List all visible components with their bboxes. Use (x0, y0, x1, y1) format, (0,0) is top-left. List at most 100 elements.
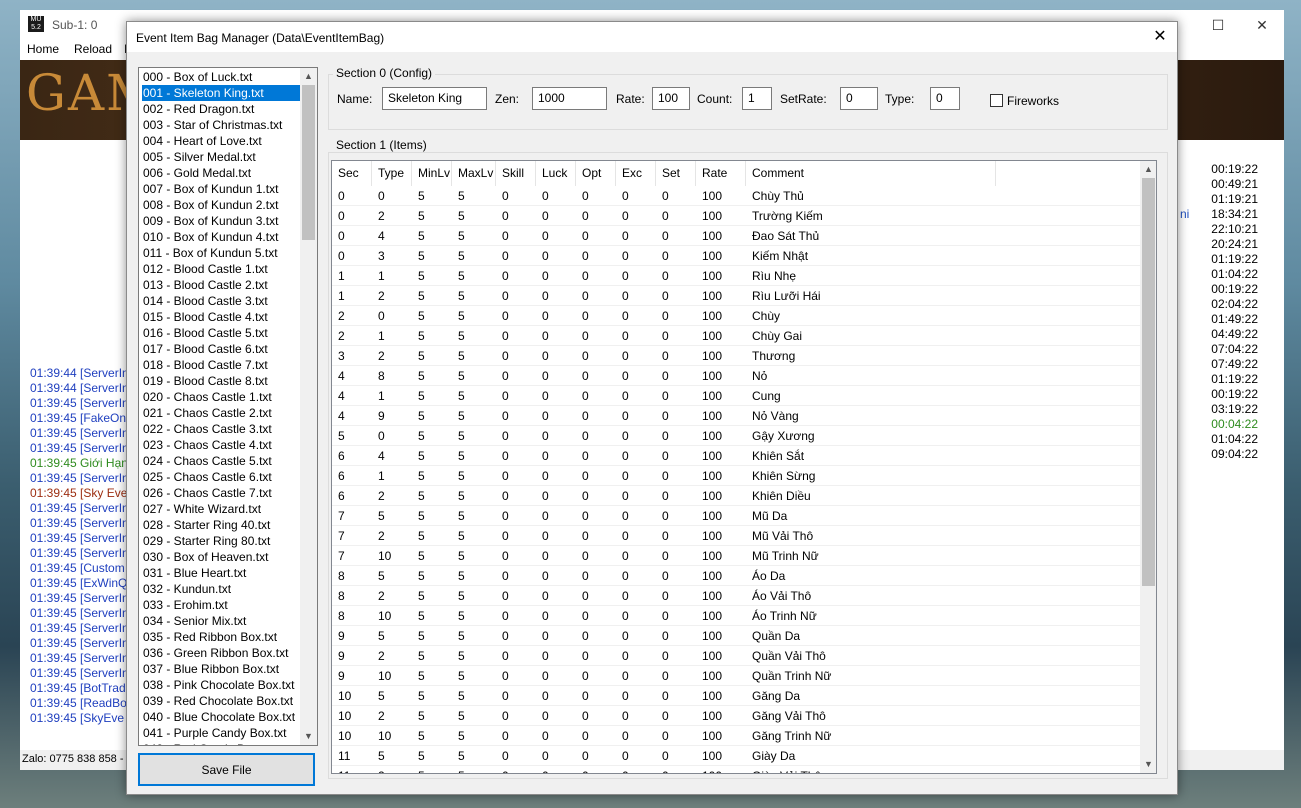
table-cell[interactable]: 0 (536, 226, 576, 246)
table-cell[interactable]: 5 (452, 626, 496, 646)
table-cell[interactable]: 0 (496, 666, 536, 686)
table-cell[interactable]: 8 (372, 366, 412, 386)
table-cell[interactable]: 0 (496, 326, 536, 346)
file-list-item[interactable]: 026 - Chaos Castle 7.txt (142, 485, 300, 501)
table-cell[interactable]: 0 (536, 266, 576, 286)
table-cell[interactable]: 6 (332, 446, 372, 466)
table-cell[interactable]: 5 (412, 446, 452, 466)
table-cell[interactable]: 4 (372, 226, 412, 246)
file-list-item[interactable]: 022 - Chaos Castle 3.txt (142, 421, 300, 437)
table-cell[interactable]: 1 (372, 326, 412, 346)
table-cell[interactable]: 100 (696, 726, 746, 746)
file-list-item[interactable]: 019 - Blood Castle 8.txt (142, 373, 300, 389)
table-cell[interactable]: 0 (576, 626, 616, 646)
table-cell[interactable]: 0 (536, 746, 576, 766)
table-cell[interactable]: 0 (616, 706, 656, 726)
table-cell[interactable]: 0 (616, 686, 656, 706)
file-list-item[interactable]: 030 - Box of Heaven.txt (142, 549, 300, 565)
table-cell[interactable]: Chùy Thủ (746, 186, 996, 206)
table-cell[interactable]: 0 (496, 686, 536, 706)
zen-field[interactable]: 1000 (532, 87, 607, 110)
table-cell[interactable]: 4 (372, 446, 412, 466)
table-cell[interactable]: 0 (496, 186, 536, 206)
table-cell[interactable]: 5 (452, 346, 496, 366)
table-cell[interactable]: 5 (452, 706, 496, 726)
table-cell[interactable]: 8 (332, 566, 372, 586)
table-cell[interactable]: 5 (452, 646, 496, 666)
setrate-field[interactable]: 0 (840, 87, 878, 110)
file-list-item[interactable]: 003 - Star of Christmas.txt (142, 117, 300, 133)
table-row[interactable]: 1 2 5 5 0 0 0 0 0 100 Rìu Lưỡi Hái (332, 286, 1140, 306)
table-cell[interactable]: 0 (576, 486, 616, 506)
file-list-item[interactable]: 042 - Red Candy Box.txt (142, 741, 300, 745)
table-cell[interactable]: Áo Trinh Nữ (746, 606, 996, 626)
save-file-button[interactable]: Save File (138, 753, 315, 786)
table-cell[interactable]: 0 (372, 186, 412, 206)
items-grid[interactable]: Sec Type MinLv MaxLv Skill Luck Opt Exc Set Rate C… (331, 160, 1157, 774)
table-cell[interactable]: Thương (746, 346, 996, 366)
table-cell[interactable]: 0 (616, 606, 656, 626)
table-cell[interactable]: 5 (412, 306, 452, 326)
file-list-scrollbar[interactable]: ▲ ▼ (300, 68, 317, 745)
table-cell[interactable]: 0 (496, 266, 536, 286)
table-cell[interactable]: 0 (332, 206, 372, 226)
table-cell[interactable]: 0 (616, 486, 656, 506)
table-cell[interactable]: 0 (616, 426, 656, 446)
table-cell[interactable]: 0 (656, 426, 696, 446)
table-cell[interactable]: 100 (696, 426, 746, 446)
table-cell[interactable]: 100 (696, 346, 746, 366)
table-cell[interactable]: Chùy Gai (746, 326, 996, 346)
table-cell[interactable]: 0 (616, 526, 656, 546)
file-list-item[interactable]: 000 - Box of Luck.txt (142, 69, 300, 85)
table-cell[interactable]: 5 (452, 466, 496, 486)
table-cell[interactable]: 5 (452, 266, 496, 286)
column-header[interactable]: Skill (496, 161, 536, 186)
table-cell[interactable]: 4 (332, 386, 372, 406)
name-field[interactable]: Skeleton King (382, 87, 487, 110)
table-cell[interactable]: 0 (496, 726, 536, 746)
table-cell[interactable]: 5 (372, 506, 412, 526)
table-cell[interactable]: 0 (496, 566, 536, 586)
file-list-item[interactable]: 015 - Blood Castle 4.txt (142, 309, 300, 325)
table-cell[interactable]: 0 (536, 386, 576, 406)
table-cell[interactable]: 10 (332, 706, 372, 726)
table-cell[interactable]: Áo Vải Thô (746, 586, 996, 606)
table-cell[interactable]: 0 (576, 186, 616, 206)
table-row[interactable]: 5 0 5 5 0 0 0 0 0 100 Gậy Xương (332, 426, 1140, 446)
maximize-button[interactable]: ☐ (1196, 14, 1240, 36)
file-list-item[interactable]: 007 - Box of Kundun 1.txt (142, 181, 300, 197)
table-cell[interactable]: 0 (576, 726, 616, 746)
table-cell[interactable]: 1 (332, 286, 372, 306)
table-cell[interactable]: Quần Trinh Nữ (746, 666, 996, 686)
table-cell[interactable]: 0 (332, 246, 372, 266)
table-cell[interactable]: 0 (576, 566, 616, 586)
table-cell[interactable]: 0 (656, 366, 696, 386)
table-cell[interactable]: 0 (656, 386, 696, 406)
table-cell[interactable]: 5 (452, 426, 496, 446)
table-cell[interactable]: 0 (576, 746, 616, 766)
file-list-item[interactable]: 033 - Erohim.txt (142, 597, 300, 613)
table-cell[interactable]: 5 (452, 666, 496, 686)
table-cell[interactable]: Mũ Da (746, 506, 996, 526)
file-list-item[interactable]: 032 - Kundun.txt (142, 581, 300, 597)
table-row[interactable]: 2 1 5 5 0 0 0 0 0 100 Chùy Gai (332, 326, 1140, 346)
table-cell[interactable]: 0 (576, 426, 616, 446)
table-cell[interactable]: 100 (696, 446, 746, 466)
table-cell[interactable]: Quần Da (746, 626, 996, 646)
table-cell[interactable]: 0 (616, 406, 656, 426)
table-cell[interactable]: 5 (452, 306, 496, 326)
file-list-item[interactable]: 028 - Starter Ring 40.txt (142, 517, 300, 533)
table-cell[interactable]: 2 (372, 766, 412, 773)
table-cell[interactable]: 5 (452, 726, 496, 746)
file-list-item[interactable]: 027 - White Wizard.txt (142, 501, 300, 517)
table-cell[interactable]: 0 (536, 646, 576, 666)
table-cell[interactable]: 2 (372, 486, 412, 506)
table-cell[interactable]: 5 (412, 766, 452, 773)
table-cell[interactable]: 0 (656, 566, 696, 586)
file-list-item[interactable]: 009 - Box of Kundun 3.txt (142, 213, 300, 229)
table-cell[interactable]: 0 (536, 446, 576, 466)
table-cell[interactable]: 0 (656, 626, 696, 646)
table-cell[interactable]: Găng Trinh Nữ (746, 726, 996, 746)
table-cell[interactable]: 0 (536, 526, 576, 546)
file-list-item[interactable]: 010 - Box of Kundun 4.txt (142, 229, 300, 245)
